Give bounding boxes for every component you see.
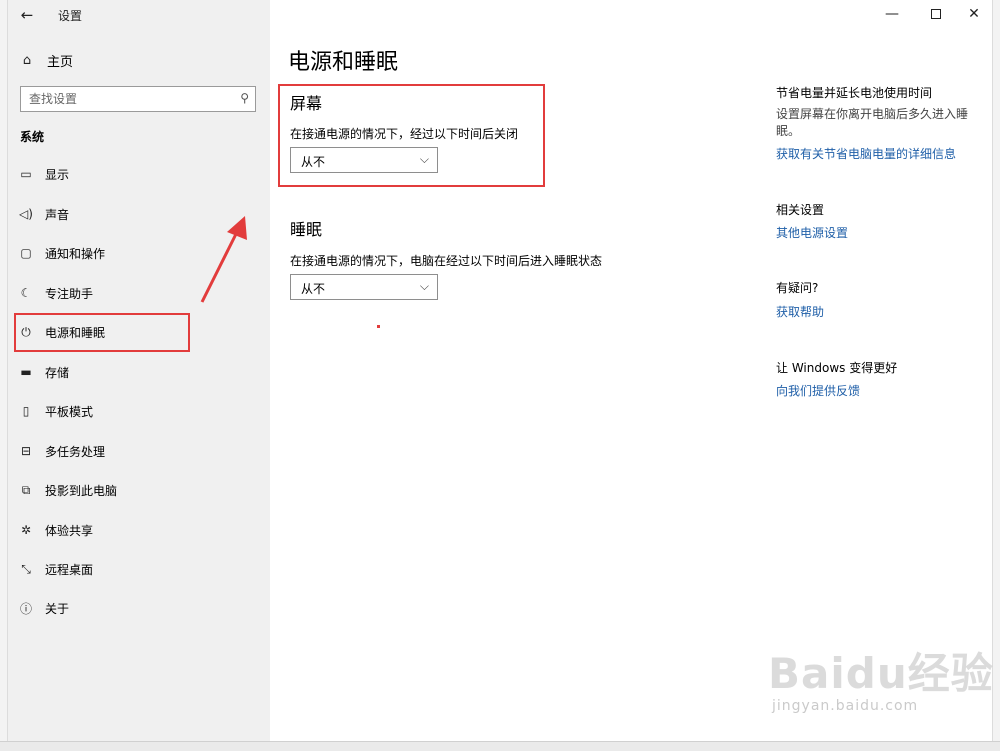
sidebar-item-label: 专注助手 bbox=[45, 286, 94, 301]
sleep-dropdown[interactable]: 从不 ⌵ bbox=[290, 274, 438, 300]
sidebar-item-project[interactable]: ⧉ 投影到此电脑 bbox=[8, 475, 270, 505]
tablet-icon: ▯ bbox=[22, 404, 30, 418]
sidebar-item-label: 声音 bbox=[45, 207, 70, 222]
sidebar-item-about[interactable]: ⓘ 关于 bbox=[8, 593, 270, 623]
sidebar-item-label: 多任务处理 bbox=[45, 444, 106, 459]
storage-icon: ▬ bbox=[20, 365, 32, 379]
background-window-right bbox=[992, 0, 1000, 751]
project-icon: ⧉ bbox=[21, 482, 31, 497]
info-icon: ⓘ bbox=[19, 601, 32, 616]
home-icon: ⌂ bbox=[22, 52, 32, 68]
page-title: 电源和睡眠 bbox=[288, 50, 399, 75]
sidebar-item-storage[interactable]: ▬ 存储 bbox=[8, 357, 270, 387]
back-arrow-icon[interactable]: ← bbox=[16, 4, 38, 26]
sidebar-item-remote-desktop[interactable]: ⤡ 远程桌面 bbox=[8, 554, 270, 584]
title-bar: ← 设置 — ✕ bbox=[8, 0, 992, 30]
maximize-button[interactable] bbox=[916, 0, 956, 28]
notification-icon: ▢ bbox=[20, 246, 32, 260]
watermark-text: Baidu经验 bbox=[768, 649, 994, 698]
app-title: 设置 bbox=[58, 9, 83, 23]
search-input[interactable] bbox=[21, 87, 231, 111]
multitask-icon: ⊟ bbox=[20, 444, 32, 458]
sidebar-item-label: 存储 bbox=[45, 365, 70, 380]
sidebar-item-label: 体验共享 bbox=[45, 523, 94, 538]
sidebar-item-label: 远程桌面 bbox=[45, 562, 94, 577]
chevron-down-icon: ⌵ bbox=[419, 279, 429, 293]
search-box: ⚲ bbox=[20, 86, 256, 112]
annotation-dot bbox=[377, 325, 380, 328]
settings-window: ← 设置 — ✕ ⌂ 主页 ⚲ 系统 ▭ 显示 ◁) 声音 ▢ 通知和操作 ☾ … bbox=[8, 0, 993, 741]
save-power-text: 设置屏幕在你离开电脑后多久进入睡眠。 bbox=[776, 107, 969, 138]
minimize-button[interactable]: — bbox=[872, 0, 912, 28]
background-window-left bbox=[0, 0, 8, 751]
moon-icon: ☾ bbox=[20, 286, 32, 300]
sidebar-item-multitasking[interactable]: ⊟ 多任务处理 bbox=[8, 436, 270, 466]
sleep-value: 从不 bbox=[301, 282, 326, 296]
save-power-link[interactable]: 获取有关节省电脑电量的详细信息 bbox=[776, 145, 956, 162]
sleep-heading: 睡眠 bbox=[290, 220, 323, 239]
get-help-link[interactable]: 获取帮助 bbox=[776, 303, 824, 320]
give-feedback-link[interactable]: 向我们提供反馈 bbox=[776, 382, 860, 399]
sidebar-item-home[interactable]: ⌂ 主页 bbox=[20, 49, 73, 71]
sidebar-item-label: 显示 bbox=[45, 167, 70, 182]
maximize-icon bbox=[931, 9, 941, 19]
annotation-arrow bbox=[200, 216, 247, 303]
home-label: 主页 bbox=[47, 54, 74, 70]
sleep-description: 在接通电源的情况下，电脑在经过以下时间后进入睡眠状态 bbox=[290, 254, 603, 268]
related-settings-title: 相关设置 bbox=[776, 203, 825, 217]
speaker-icon: ◁) bbox=[19, 207, 33, 221]
annotation-box-power-item bbox=[14, 313, 190, 352]
display-icon: ▭ bbox=[20, 167, 32, 181]
watermark-url: jingyan.baidu.com bbox=[772, 698, 919, 714]
share-icon: ✲ bbox=[20, 523, 32, 537]
help-title: 有疑问? bbox=[776, 281, 819, 295]
sidebar-item-label: 投影到此电脑 bbox=[45, 483, 118, 498]
baidu-watermark: Baidu经验 jingyan.baidu.com bbox=[768, 640, 998, 730]
sidebar-item-shared-experiences[interactable]: ✲ 体验共享 bbox=[8, 515, 270, 545]
additional-power-settings-link[interactable]: 其他电源设置 bbox=[776, 224, 848, 241]
sidebar-item-label: 通知和操作 bbox=[45, 246, 106, 261]
remote-desktop-icon: ⤡ bbox=[21, 561, 31, 576]
feedback-title: 让 Windows 变得更好 bbox=[776, 361, 898, 375]
sidebar-item-display[interactable]: ▭ 显示 bbox=[8, 159, 270, 189]
sidebar-item-tablet-mode[interactable]: ▯ 平板模式 bbox=[8, 396, 270, 426]
sidebar-item-label: 平板模式 bbox=[45, 404, 94, 419]
search-icon[interactable]: ⚲ bbox=[240, 91, 249, 105]
background-taskbar-strip bbox=[0, 741, 1000, 751]
close-button[interactable]: ✕ bbox=[954, 0, 994, 28]
save-power-title: 节省电量并延长电池使用时间 bbox=[776, 86, 933, 100]
annotation-box-screen bbox=[278, 84, 545, 187]
sidebar-item-label: 关于 bbox=[45, 601, 70, 616]
sidebar-section-title: 系统 bbox=[20, 130, 45, 144]
